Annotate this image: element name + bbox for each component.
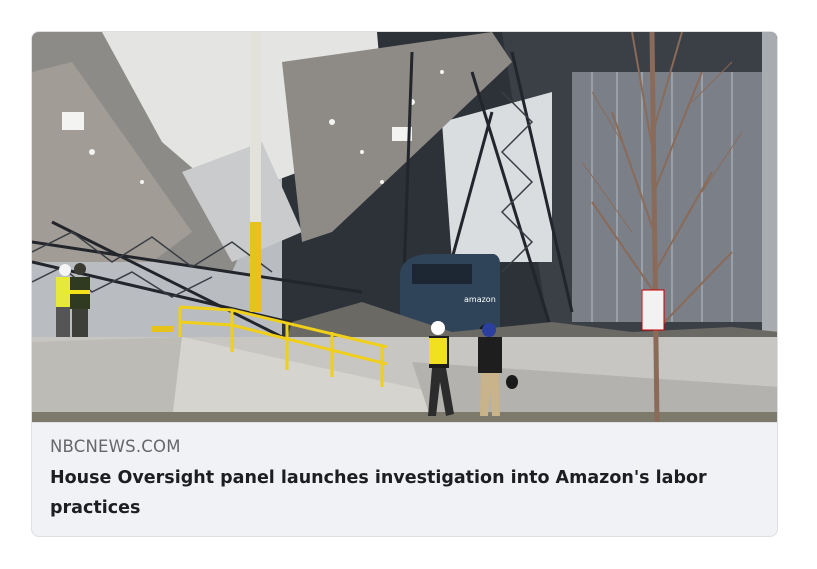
svg-text:amazon: amazon <box>464 295 496 304</box>
article-image[interactable]: amazon <box>32 32 777 422</box>
link-preview-card[interactable]: amazon NBCNEWS.COM House Oversight panel… <box>31 31 778 537</box>
article-headline[interactable]: House Oversight panel launches investiga… <box>50 463 750 523</box>
source-domain: NBCNEWS.COM <box>50 437 181 456</box>
link-preview-meta[interactable]: NBCNEWS.COM House Oversight panel launch… <box>32 422 777 536</box>
